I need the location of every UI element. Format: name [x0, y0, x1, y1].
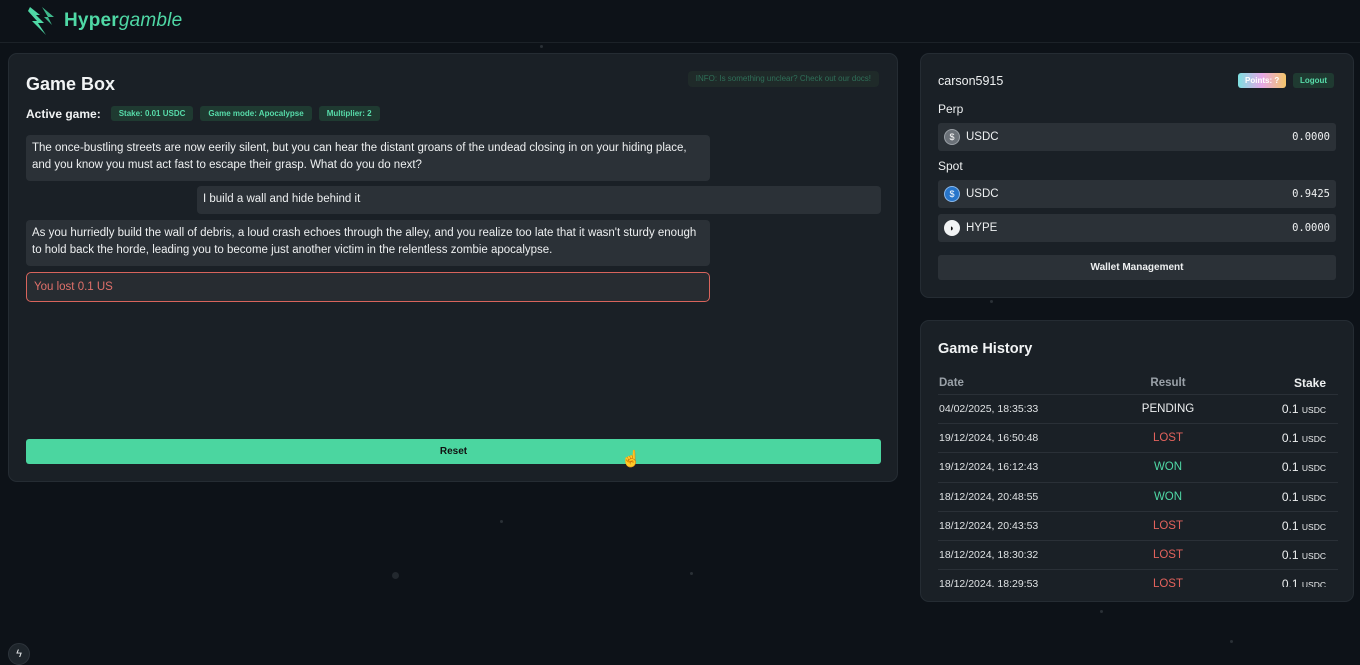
hype-icon: ◗	[944, 220, 960, 236]
history-date: 18/12/2024, 18:29:53	[938, 578, 1098, 587]
history-result: LOST	[1098, 578, 1238, 587]
history-row: 18/12/2024, 18:30:32LOST0.1 USDC	[938, 541, 1338, 570]
spot-hype-row: ◗ HYPE 0.0000	[938, 214, 1336, 242]
game-box-panel: Game Box INFO: Is something unclear? Che…	[8, 53, 898, 482]
account-panel: carson5915 Points: ? Logout Perp $ USDC …	[920, 53, 1354, 298]
points-button[interactable]: Points: ?	[1238, 73, 1286, 88]
history-row: 18/12/2024, 20:48:55WON0.1 USDC	[938, 483, 1338, 512]
username: carson5915	[938, 74, 1003, 88]
story-message: The once-bustling streets are now eerily…	[26, 135, 710, 181]
active-game-label: Active game:	[26, 107, 101, 121]
history-row: 18/12/2024, 20:43:53LOST0.1 USDC	[938, 512, 1338, 541]
history-header-row: Date Result Stake	[938, 371, 1338, 395]
info-docs-link[interactable]: INFO: Is something unclear? Check out ou…	[688, 71, 879, 87]
history-result: LOST	[1098, 520, 1238, 532]
history-row: 18/12/2024, 18:29:53LOST0.1 USDC	[938, 570, 1338, 587]
history-date: 19/12/2024, 16:50:48	[938, 432, 1098, 444]
history-date: 18/12/2024, 20:43:53	[938, 520, 1098, 532]
history-table[interactable]: Date Result Stake 04/02/2025, 18:35:33PE…	[938, 371, 1338, 587]
usdc-icon: $	[944, 186, 960, 202]
history-result: WON	[1098, 491, 1238, 503]
history-date: 04/02/2025, 18:35:33	[938, 403, 1098, 415]
history-date: 19/12/2024, 16:12:43	[938, 461, 1098, 473]
history-result: LOST	[1098, 549, 1238, 561]
history-date: 18/12/2024, 18:30:32	[938, 549, 1098, 561]
brand-name[interactable]: Hypergamble	[64, 10, 182, 32]
user-message: I build a wall and hide behind it	[197, 186, 881, 214]
result-message: You lost 0.1 US	[26, 272, 710, 302]
game-history-panel: Game History Date Result Stake 04/02/202…	[920, 320, 1354, 602]
history-row: 04/02/2025, 18:35:33PENDING0.1 USDC	[938, 395, 1338, 424]
logo-icon	[26, 5, 56, 37]
perp-usdc-row: $ USDC 0.0000	[938, 123, 1336, 151]
game-mode-badge: Game mode: Apocalypse	[200, 106, 311, 121]
game-box-title: Game Box	[26, 74, 115, 95]
history-result: PENDING	[1098, 403, 1238, 415]
spot-label: Spot	[938, 159, 963, 173]
history-stake: 0.1 USDC	[1238, 460, 1338, 474]
reset-button[interactable]: Reset	[26, 439, 881, 464]
history-stake: 0.1 USDC	[1238, 431, 1338, 445]
history-stake: 0.1 USDC	[1238, 490, 1338, 504]
history-result: WON	[1098, 461, 1238, 473]
stake-badge: Stake: 0.01 USDC	[111, 106, 194, 121]
top-header: Hypergamble	[0, 0, 1360, 43]
perp-label: Perp	[938, 102, 963, 116]
history-stake: 0.1 USDC	[1238, 402, 1338, 416]
history-date: 18/12/2024, 20:48:55	[938, 491, 1098, 503]
active-game-row: Active game: Stake: 0.01 USDC Game mode:…	[26, 106, 387, 121]
history-row: 19/12/2024, 16:12:43WON0.1 USDC	[938, 453, 1338, 482]
lightning-icon[interactable]: ϟ	[8, 643, 30, 665]
history-stake: 0.1 USDC	[1238, 519, 1338, 533]
history-stake: 0.1 USDC	[1238, 548, 1338, 562]
wallet-management-button[interactable]: Wallet Management	[938, 255, 1336, 280]
multiplier-badge: Multiplier: 2	[319, 106, 380, 121]
story-message: As you hurriedly build the wall of debri…	[26, 220, 710, 266]
history-stake: 0.1 USDC	[1238, 577, 1338, 587]
logout-button[interactable]: Logout	[1293, 73, 1334, 88]
game-history-title: Game History	[938, 341, 1032, 357]
usdc-grey-icon: $	[944, 129, 960, 145]
hand-cursor-icon: ☝	[621, 449, 641, 469]
history-result: LOST	[1098, 432, 1238, 444]
history-row: 19/12/2024, 16:50:48LOST0.1 USDC	[938, 424, 1338, 453]
spot-usdc-row: $ USDC 0.9425	[938, 180, 1336, 208]
